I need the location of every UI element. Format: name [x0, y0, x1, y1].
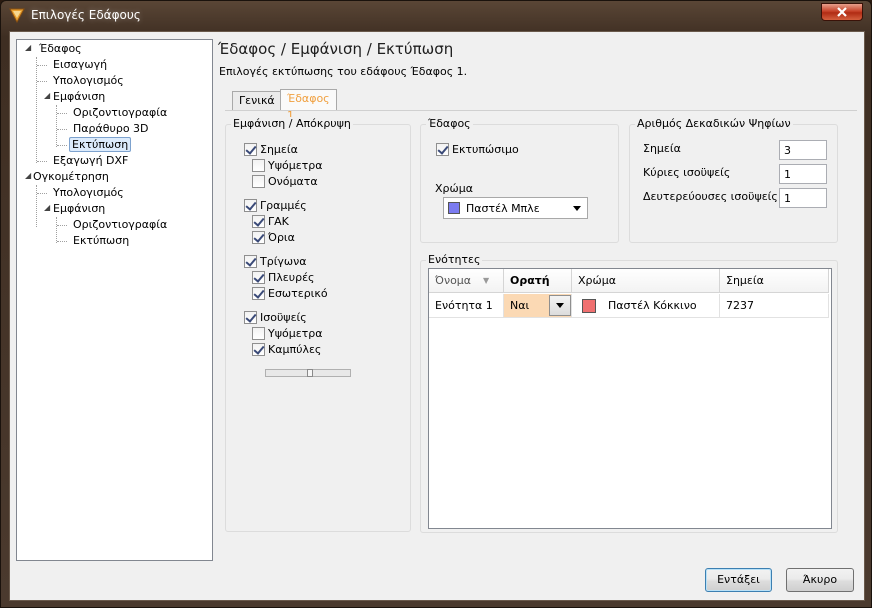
- point-names-label: Ονόματα: [268, 175, 318, 188]
- contour-elevations-checkbox[interactable]: [252, 327, 265, 340]
- chevron-down-icon: [573, 205, 581, 211]
- tree-item-volume-calculation[interactable]: Υπολογισμός: [51, 185, 126, 201]
- page-subtitle: Επιλογές εκτύπωσης του εδάφους Έδαφος 1.: [219, 65, 468, 78]
- triangles-checkbox[interactable]: [244, 255, 257, 268]
- tree-item-import[interactable]: Εισαγωγή: [51, 57, 109, 73]
- column-header-name[interactable]: Όνομα ▼: [429, 269, 504, 293]
- decimals-minor-contours-label: Δευτερεύουσες ισοϋψείς: [643, 190, 778, 203]
- breaklines-checkbox[interactable]: [252, 215, 265, 228]
- points-checkbox[interactable]: [244, 143, 257, 156]
- tree-item-volume[interactable]: Ογκομέτρηση: [31, 169, 111, 185]
- cancel-button[interactable]: Άκυρο: [786, 568, 854, 592]
- point-elevations-checkbox[interactable]: [252, 159, 265, 172]
- boundaries-checkbox[interactable]: [252, 231, 265, 244]
- unit-points-cell[interactable]: 7237: [720, 294, 829, 318]
- unit-color-cell[interactable]: Παστέλ Κόκκινο: [572, 294, 720, 318]
- visibility-group-title: Εμφάνιση / Απόκρυψη: [231, 117, 353, 130]
- terrain-group-title: Έδαφος: [426, 117, 473, 130]
- tree-item-display[interactable]: Εμφάνιση: [51, 89, 107, 105]
- contour-curves-label: Καμπύλες: [268, 343, 322, 356]
- decimals-major-contours-input[interactable]: 1: [779, 164, 827, 184]
- units-grid[interactable]: Όνομα ▼ Ορατή Χρώμα Σημεία Ενότητα 1 Ναι…: [428, 268, 832, 529]
- terrain-color-label: Χρώμα: [435, 182, 473, 195]
- tree-item-volume-plan-view[interactable]: Οριζοντιογραφία: [71, 217, 169, 233]
- triangle-interior-label: Εσωτερικό: [268, 287, 328, 300]
- dialog-window: Επιλογές Εδάφους ◢ Έδαφος Εισαγωγή Υπολο…: [0, 0, 872, 608]
- expand-arrow-icon[interactable]: ◢: [25, 43, 31, 52]
- tree-item-print-selected[interactable]: Εκτύπωση: [69, 137, 132, 153]
- unit-name-cell[interactable]: Ενότητα 1: [429, 294, 504, 318]
- ok-button[interactable]: Εντάξει: [705, 568, 772, 592]
- scroll-thumb[interactable]: [307, 369, 313, 377]
- contour-curves-checkbox[interactable]: [252, 343, 265, 356]
- page-title: Έδαφος / Εμφάνιση / Εκτύπωση: [218, 40, 454, 58]
- unit-visible-cell[interactable]: Ναι: [504, 294, 572, 318]
- decimals-points-input[interactable]: 3: [779, 140, 827, 160]
- column-header-points[interactable]: Σημεία: [720, 269, 829, 293]
- sort-arrow-icon: ▼: [483, 276, 490, 285]
- contours-checkbox[interactable]: [244, 311, 257, 324]
- points-label: Σημεία: [260, 143, 298, 156]
- tab-terrain-1[interactable]: Έδαφος 1: [280, 89, 337, 122]
- unit-visible-value: Ναι: [510, 299, 530, 312]
- tab-general[interactable]: Γενικά: [232, 91, 282, 110]
- tree-item-calculation[interactable]: Υπολογισμός: [51, 73, 126, 89]
- boundaries-label: Όρια: [268, 231, 295, 244]
- close-button[interactable]: [821, 3, 863, 21]
- terrain-color-swatch: [448, 202, 460, 214]
- tab-divider: [225, 110, 857, 111]
- lines-checkbox[interactable]: [244, 199, 257, 212]
- units-group-title: Ενότητες: [426, 253, 483, 266]
- terrain-color-value: Παστέλ Μπλε: [466, 201, 540, 215]
- units-grid-header: Όνομα ▼ Ορατή Χρώμα Σημεία: [429, 269, 829, 293]
- decimals-major-contours-label: Κύριες ισοϋψείς: [643, 166, 731, 179]
- decimals-minor-contours-input[interactable]: 1: [779, 188, 827, 208]
- column-header-visible[interactable]: Ορατή: [504, 269, 572, 293]
- tree-item-3d-window[interactable]: Παράθυρο 3D: [71, 121, 151, 137]
- triangle-interior-checkbox[interactable]: [252, 287, 265, 300]
- chevron-down-icon: [556, 303, 564, 308]
- expand-arrow-icon[interactable]: ◢: [44, 91, 50, 100]
- breaklines-label: ΓΑΚ: [268, 215, 289, 228]
- close-icon: [837, 7, 847, 17]
- expand-arrow-icon[interactable]: ◢: [44, 203, 50, 212]
- printable-checkbox[interactable]: [436, 143, 449, 156]
- decimals-group-title: Αριθμός Δεκαδικών Ψηφίων: [635, 117, 793, 130]
- tree-item-plan-view[interactable]: Οριζοντιογραφία: [71, 105, 169, 121]
- tree-item-volume-print[interactable]: Εκτύπωση: [71, 233, 131, 249]
- table-row[interactable]: Ενότητα 1 Ναι Παστέλ Κόκκινο 7237: [429, 294, 829, 318]
- point-elevations-label: Υψόμετρα: [268, 159, 323, 172]
- point-names-checkbox[interactable]: [252, 175, 265, 188]
- tree-item-volume-display[interactable]: Εμφάνιση: [51, 201, 107, 217]
- tree-item-terrain[interactable]: Έδαφος: [37, 41, 84, 57]
- options-tree[interactable]: ◢ Έδαφος Εισαγωγή Υπολογισμός ◢ Εμφάνιση…: [16, 39, 213, 561]
- decimals-points-label: Σημεία: [643, 142, 681, 155]
- column-header-color[interactable]: Χρώμα: [572, 269, 720, 293]
- triangle-edges-label: Πλευρές: [268, 271, 315, 284]
- contour-elevations-label: Υψόμετρα: [268, 327, 323, 340]
- contours-label: Ισοϋψείς: [260, 311, 307, 324]
- app-logo-icon: [9, 8, 25, 23]
- window-title: Επιλογές Εδάφους: [31, 8, 141, 22]
- triangle-edges-checkbox[interactable]: [252, 271, 265, 284]
- dialog-client-area: ◢ Έδαφος Εισαγωγή Υπολογισμός ◢ Εμφάνιση…: [9, 31, 865, 601]
- visible-dropdown-button[interactable]: [549, 295, 571, 316]
- unit-color-value: Παστέλ Κόκκινο: [608, 298, 697, 312]
- terrain-color-dropdown[interactable]: Παστέλ Μπλε: [443, 197, 588, 219]
- unit-color-swatch: [582, 298, 596, 313]
- lines-label: Γραμμές: [260, 199, 307, 212]
- tree-item-dxf-export[interactable]: Εξαγωγή DXF: [51, 153, 130, 169]
- printable-label: Εκτυπώσιμο: [452, 143, 519, 156]
- title-bar[interactable]: Επιλογές Εδάφους: [1, 1, 871, 31]
- triangles-label: Τρίγωνα: [260, 255, 307, 268]
